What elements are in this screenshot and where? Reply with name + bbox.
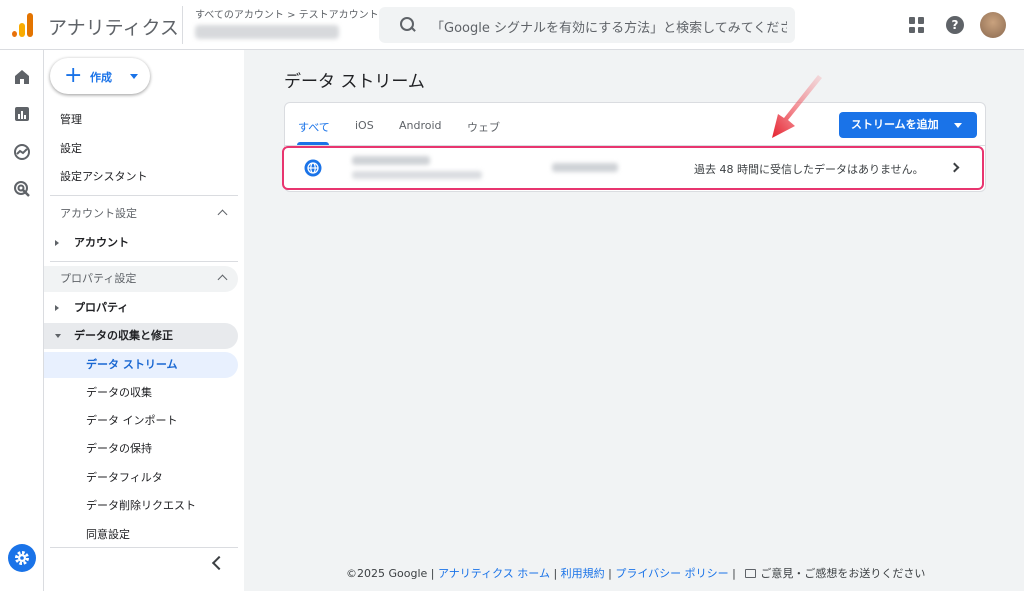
feedback-link[interactable]: ご意見・ご感想をお送りください: [760, 567, 925, 580]
nav-settings[interactable]: 設定: [44, 136, 238, 162]
stream-name-redacted: [352, 156, 430, 165]
sidebar-divider: [50, 195, 238, 196]
account-name-redacted: [195, 25, 339, 39]
page-title: データ ストリーム: [284, 72, 425, 92]
nav-admin[interactable]: 管理: [44, 107, 238, 133]
chevron-right-icon[interactable]: [949, 162, 960, 173]
search-bar[interactable]: 「Google シグナルを有効にする方法」と検索してみてくださ...: [379, 7, 795, 43]
help-icon[interactable]: ?: [946, 16, 964, 34]
account-breadcrumb: すべてのアカウント > テストアカウント: [195, 10, 379, 21]
create-label: 作成: [90, 71, 112, 84]
tab-android[interactable]: Android: [399, 119, 442, 132]
expand-right-icon: [55, 240, 59, 246]
nav-data-retention[interactable]: データの保持: [44, 436, 238, 462]
avatar[interactable]: [980, 12, 1006, 38]
nav-property-label: プロパティ: [74, 301, 129, 314]
advertising-icon[interactable]: [13, 180, 31, 198]
app-title[interactable]: アナリティクス: [48, 13, 179, 40]
tab-ios[interactable]: iOS: [355, 119, 374, 132]
caret-down-icon: [130, 74, 138, 79]
top-bar: アナリティクス すべてのアカウント > テストアカウント 「Google シグナ…: [0, 0, 1024, 50]
search-icon: [399, 16, 417, 34]
expand-right-icon: [55, 305, 59, 311]
stream-status: 過去 48 時間に受信したデータはありません。: [694, 163, 924, 176]
section-label: アカウント設定: [60, 207, 137, 220]
footer: ©2025 Google | アナリティクス ホーム | 利用規約 | プライバ…: [346, 567, 926, 580]
footer-link-privacy[interactable]: プライバシー ポリシー: [615, 567, 728, 580]
tab-web[interactable]: ウェブ: [467, 119, 500, 135]
plus-icon: +: [64, 63, 83, 88]
nav-data-collection[interactable]: データの収集: [44, 380, 238, 406]
gear-icon: [15, 551, 29, 565]
nav-data-deletion[interactable]: データ削除リクエスト: [44, 493, 238, 519]
nav-rail: [0, 50, 44, 591]
search-placeholder[interactable]: 「Google シグナルを有効にする方法」と検索してみてくださ...: [431, 17, 787, 36]
sidebar-divider: [50, 547, 238, 548]
section-property-settings[interactable]: プロパティ設定: [44, 266, 238, 292]
feedback-icon[interactable]: [745, 569, 757, 578]
globe-icon: [304, 159, 322, 177]
nav-data-streams[interactable]: データ ストリーム: [44, 352, 238, 378]
nav-data-group-label: データの収集と修正: [74, 329, 173, 342]
admin-settings-button[interactable]: [8, 544, 36, 572]
tab-all[interactable]: すべて: [298, 119, 330, 135]
nav-data-collection-group[interactable]: データの収集と修正: [44, 323, 238, 349]
nav-data-filters[interactable]: データフィルタ: [44, 465, 238, 491]
account-selector[interactable]: すべてのアカウント > テストアカウント: [182, 6, 379, 44]
footer-link-analytics-home[interactable]: アナリティクス ホーム: [438, 567, 550, 580]
nav-consent-settings[interactable]: 同意設定: [44, 522, 238, 548]
chevron-up-icon: [217, 209, 228, 220]
section-label: プロパティ設定: [60, 272, 137, 285]
apps-grid-icon[interactable]: [909, 17, 925, 33]
stream-row-web[interactable]: 過去 48 時間に受信したデータはありません。: [282, 146, 984, 190]
caret-down-icon: [954, 123, 962, 128]
stream-id-redacted: [552, 163, 618, 172]
nav-setup-assistant[interactable]: 設定アシスタント: [44, 164, 238, 190]
analytics-logo[interactable]: [12, 13, 34, 37]
reports-icon[interactable]: [13, 105, 31, 123]
home-icon[interactable]: [13, 68, 31, 86]
collapse-sidebar-icon[interactable]: [211, 555, 227, 571]
footer-link-terms[interactable]: 利用規約: [561, 567, 605, 580]
chevron-up-icon: [217, 274, 228, 285]
sidebar-divider: [50, 261, 238, 262]
stream-url-redacted: [352, 171, 482, 179]
explore-icon[interactable]: [13, 143, 31, 161]
copyright: ©2025 Google: [346, 567, 428, 580]
add-stream-button[interactable]: ストリームを追加: [839, 112, 977, 138]
annotation-arrow-icon: [772, 75, 822, 138]
create-button[interactable]: + 作成: [50, 58, 150, 94]
section-account-settings[interactable]: アカウント設定: [44, 201, 238, 227]
admin-sidebar: + 作成 管理 設定 設定アシスタント アカウント設定 アカウント プロパティ設…: [44, 50, 244, 591]
nav-property[interactable]: プロパティ: [44, 295, 238, 321]
expand-down-icon: [55, 334, 61, 338]
add-stream-label: ストリームを追加: [851, 118, 939, 131]
nav-account[interactable]: アカウント: [44, 230, 238, 256]
nav-account-label: アカウント: [74, 236, 129, 249]
nav-data-import[interactable]: データ インポート: [44, 408, 238, 434]
